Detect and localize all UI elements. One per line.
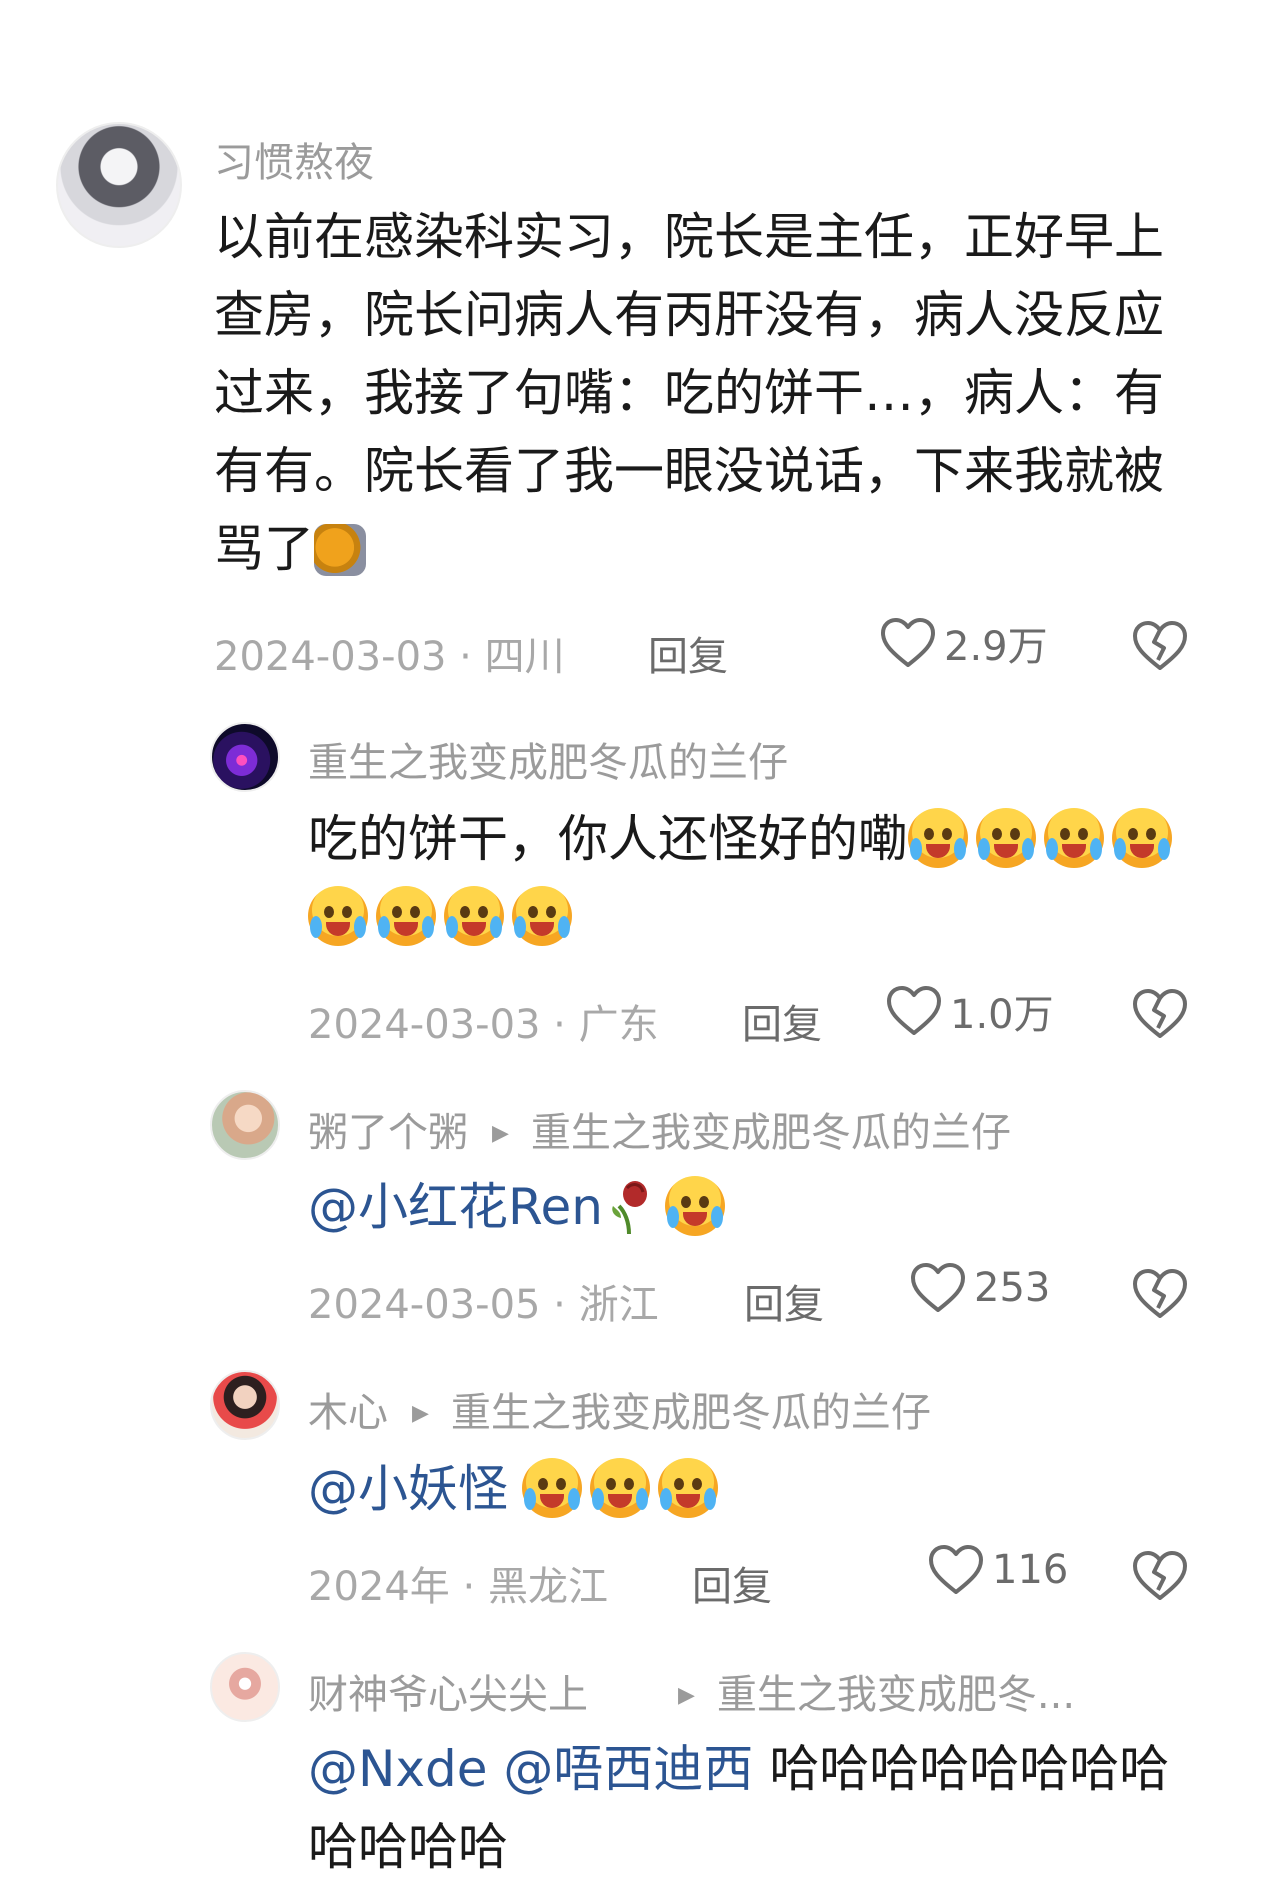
like-count: 253 bbox=[974, 1265, 1051, 1311]
wilted-rose-emoji-icon bbox=[612, 1181, 647, 1235]
heart-icon bbox=[911, 1263, 965, 1312]
reply-arrow-icon: ▶ bbox=[492, 1121, 509, 1146]
comment-meta: 2024-03-03 · 广东 bbox=[308, 1002, 659, 1048]
broken-heart-icon[interactable] bbox=[1132, 620, 1188, 672]
like-count: 1.0万 bbox=[950, 992, 1054, 1038]
laughing-crying-emoji-icon bbox=[512, 886, 572, 946]
mention-link[interactable]: @Nxde bbox=[308, 1740, 488, 1798]
comment-username[interactable]: 重生之我变成肥冬瓜的兰仔 bbox=[308, 730, 788, 788]
comment-location: 四川 bbox=[484, 634, 565, 680]
avatar[interactable] bbox=[210, 1652, 280, 1722]
mention-link[interactable]: @小妖怪 bbox=[308, 1460, 508, 1518]
laughing-crying-emoji-icon bbox=[444, 886, 504, 946]
reply-target[interactable]: 重生之我变成肥冬瓜的兰仔 bbox=[531, 1110, 1011, 1156]
comment-text-body: 以前在感染科实习，院长是主任，正好早上查房，院长问病人有丙肝没有，病人没反应过来… bbox=[214, 208, 1164, 578]
comment-date: 2024-03-03 bbox=[308, 1002, 541, 1048]
comment-meta: 2024-03-03 · 四川 bbox=[214, 634, 565, 680]
reply-button[interactable]: 回复 bbox=[648, 624, 728, 682]
reply-author[interactable]: 粥了个粥 bbox=[308, 1110, 468, 1156]
like-button[interactable]: 1.0万 bbox=[886, 982, 1054, 1040]
broken-heart-icon[interactable] bbox=[1132, 1268, 1188, 1320]
comment-text: @小红花Ren bbox=[308, 1168, 1208, 1246]
reply-arrow-icon: ▶ bbox=[678, 1683, 695, 1708]
comment-date: 2024-03-03 bbox=[214, 634, 447, 680]
comment-username: 木心 ▶ 重生之我变成肥冬瓜的兰仔 bbox=[308, 1380, 931, 1438]
laughing-crying-emoji-icon bbox=[658, 1458, 718, 1518]
laughing-crying-emoji-icon bbox=[976, 808, 1036, 868]
laughing-crying-emoji-icon bbox=[664, 1176, 725, 1236]
reply-target[interactable]: 重生之我变成肥冬瓜的兰仔 bbox=[451, 1390, 931, 1436]
laughing-crying-emoji-icon bbox=[376, 886, 436, 946]
reply-button[interactable]: 回复 bbox=[744, 1272, 824, 1330]
avatar[interactable] bbox=[210, 1090, 280, 1160]
comment-text-body: 吃的饼干，你人还怪好的嘞 bbox=[308, 810, 908, 868]
comment-meta: 2024-03-05 · 浙江 bbox=[308, 1282, 659, 1328]
laughing-crying-emoji-icon bbox=[308, 886, 368, 946]
reply-target[interactable]: 重生之我变成肥冬... bbox=[717, 1672, 1075, 1718]
mention-link[interactable]: @小红花Ren bbox=[308, 1178, 603, 1236]
like-count: 116 bbox=[992, 1547, 1069, 1593]
cat-peeking-wall-sticker-icon bbox=[314, 524, 366, 576]
avatar[interactable] bbox=[210, 1370, 280, 1440]
heart-icon bbox=[929, 1545, 983, 1594]
like-count: 2.9万 bbox=[944, 624, 1048, 670]
broken-heart-icon[interactable] bbox=[1132, 988, 1188, 1040]
like-button[interactable]: 253 bbox=[910, 1262, 1050, 1314]
comment-date: 2024年 bbox=[308, 1564, 450, 1610]
reply-author[interactable]: 木心 bbox=[308, 1390, 388, 1436]
comment-location: 黑龙江 bbox=[487, 1564, 608, 1610]
like-button[interactable]: 116 bbox=[928, 1544, 1068, 1596]
heart-icon bbox=[887, 986, 941, 1035]
comment-location: 浙江 bbox=[578, 1282, 659, 1328]
laughing-crying-emoji-icon bbox=[1112, 808, 1172, 868]
reply-author[interactable]: 财神爷心尖尖上 bbox=[308, 1672, 588, 1718]
like-button[interactable]: 2.9万 bbox=[880, 614, 1048, 672]
heart-icon bbox=[881, 618, 935, 667]
avatar[interactable] bbox=[210, 722, 280, 792]
comment-date: 2024-03-05 bbox=[308, 1282, 541, 1328]
comment-username: 财神爷心尖尖上 ▶ 重生之我变成肥冬... bbox=[308, 1662, 1075, 1720]
reply-button[interactable]: 回复 bbox=[742, 992, 822, 1050]
comment-location: 广东 bbox=[578, 1002, 659, 1048]
reply-button[interactable]: 回复 bbox=[692, 1554, 772, 1612]
laughing-crying-emoji-icon bbox=[1044, 808, 1104, 868]
comment-username: 粥了个粥 ▶ 重生之我变成肥冬瓜的兰仔 bbox=[308, 1100, 1011, 1158]
comment-text: 以前在感染科实习，院长是主任，正好早上查房，院长问病人有丙肝没有，病人没反应过来… bbox=[214, 198, 1204, 588]
mention-link[interactable]: @唔西迪西 bbox=[503, 1740, 753, 1798]
laughing-crying-emoji-icon bbox=[522, 1458, 582, 1518]
comment-username[interactable]: 习惯熬夜 bbox=[214, 130, 374, 188]
comment-meta: 2024年 · 黑龙江 bbox=[308, 1564, 608, 1610]
avatar[interactable] bbox=[56, 122, 182, 248]
comment-text: @小妖怪 bbox=[308, 1450, 1208, 1528]
comment-text: 吃的饼干，你人还怪好的嘞 bbox=[308, 800, 1208, 956]
laughing-crying-emoji-icon bbox=[590, 1458, 650, 1518]
reply-arrow-icon: ▶ bbox=[412, 1401, 429, 1426]
laughing-crying-emoji-icon bbox=[908, 808, 968, 868]
broken-heart-icon[interactable] bbox=[1132, 1550, 1188, 1602]
comment-text: @Nxde @唔西迪西 哈哈哈哈哈哈哈哈哈哈哈哈 bbox=[308, 1730, 1208, 1886]
